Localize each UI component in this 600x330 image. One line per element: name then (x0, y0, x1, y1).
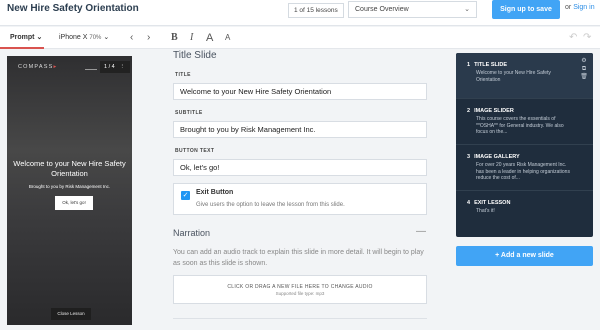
preview-start-button[interactable]: Ok, let's go! (55, 196, 93, 210)
previous-slide-icon[interactable]: ‹ (130, 27, 133, 49)
slide-item-title: 2 IMAGE SLIDER (467, 108, 514, 114)
top-bar: New Hire Safety Orientation 1 of 15 less… (0, 0, 600, 26)
exit-button-title: Exit Button (196, 189, 234, 196)
slide-title-text: EXIT LESSON (474, 200, 511, 206)
slide-item[interactable]: 2 IMAGE SLIDER This course covers the ess… (456, 99, 593, 145)
audio-dropzone[interactable]: CLICK OR DRAG A NEW FILE HERE TO CHANGE … (173, 275, 427, 304)
preview-subtitle: Brought to you by Risk Management Inc. (28, 184, 111, 189)
subtitle-field-label: SUBTITLE (175, 110, 203, 116)
slide-item-description: This course covers the essentials of **O… (476, 116, 564, 133)
logo-text: COMPASS (18, 64, 54, 70)
slide-number: 1 (467, 62, 471, 68)
collapse-icon[interactable]: — (416, 226, 426, 237)
slide-number: 4 (467, 200, 471, 206)
title-input[interactable]: Welcome to your New Hire Safety Orientat… (173, 83, 427, 100)
slide-item[interactable]: 4 EXIT LESSON That's it! (456, 191, 593, 237)
logo-mark-icon: ▸ (53, 64, 58, 70)
slide-item-title: 1 TITLE SLIDE (467, 62, 507, 68)
slide-item-title: 3 IMAGE GALLERY (467, 154, 520, 160)
lesson-count: 1 of 15 lessons (288, 3, 344, 18)
exit-button-checkbox[interactable]: ✓ (181, 191, 190, 200)
redo-icon[interactable]: ↷ (583, 27, 591, 49)
signin-link[interactable]: Sign in (573, 4, 594, 11)
lesson-title: New Hire Safety Orientation (7, 3, 139, 14)
signup-button[interactable]: Sign up to save (492, 0, 560, 19)
slide-title-text: IMAGE GALLERY (474, 154, 520, 160)
prompt-label: Prompt (10, 34, 35, 41)
slide-item-title: 4 EXIT LESSON (467, 200, 510, 206)
slide-title-text: TITLE SLIDE (474, 62, 508, 68)
slide-item[interactable]: 1 TITLE SLIDE Welcome to your New Hire Sa… (456, 53, 593, 99)
dropzone-text: CLICK OR DRAG A NEW FILE HERE TO CHANGE … (227, 284, 373, 290)
next-slide-icon[interactable]: › (147, 27, 150, 49)
editor-toolbar: Prompt ⌄ iPhone X 70% ⌄ ‹ › B I A A ↶ ↷ (0, 27, 600, 49)
slide-number: 2 (467, 108, 471, 114)
device-dropdown[interactable]: iPhone X 70% ⌄ (59, 27, 109, 49)
bold-icon[interactable]: B (171, 27, 178, 49)
slide-item-description: That's it! (476, 208, 495, 214)
narration-title: Narration (173, 228, 211, 238)
slide-item[interactable]: 3 IMAGE GALLERY For over 20 years Risk Ma… (456, 145, 593, 191)
slide-actions: ⚙ ⧉ 🗑 (580, 57, 588, 81)
font-size-decrease-icon[interactable]: A (225, 27, 230, 49)
chevron-down-icon: ⌄ (464, 6, 470, 13)
button-text-field-label: BUTTON TEXT (175, 148, 215, 154)
subtitle-input[interactable]: Brought to you by Risk Management Inc. (173, 121, 427, 138)
preview-slide-counter: 1 / 4 ⋮ (100, 61, 130, 73)
signin-text: or Sign in (565, 4, 595, 11)
gear-icon[interactable]: ⚙ (580, 57, 588, 65)
zoom-label: 70% (89, 35, 102, 41)
undo-icon[interactable]: ↶ (569, 27, 577, 49)
chevron-down-icon: ⌄ (36, 34, 43, 41)
slide-list: 1 TITLE SLIDE Welcome to your New Hire Sa… (456, 53, 593, 237)
menu-icon[interactable]: ⋮ (120, 61, 126, 73)
italic-icon[interactable]: I (190, 27, 193, 49)
add-slide-button[interactable]: + Add a new slide (456, 246, 593, 266)
exit-button-description: Give users the option to leave the lesso… (196, 202, 345, 208)
title-field-label: TITLE (175, 72, 191, 78)
device-label: iPhone X (59, 34, 88, 41)
exit-button-option: ✓ Exit Button Give users the option to l… (173, 183, 427, 215)
course-select-value: Course Overview (355, 6, 409, 13)
trash-icon[interactable]: 🗑 (580, 73, 588, 81)
section-title: Title Slide (173, 50, 217, 61)
preview-title: Welcome to your New Hire Safety Orientat… (13, 159, 126, 178)
slide-item-description: For over 20 years Risk Management Inc. h… (476, 162, 570, 179)
font-size-increase-icon[interactable]: A (206, 27, 213, 49)
preview-logo: COMPASS▸ (18, 64, 57, 70)
slide-title-text: IMAGE SLIDER (474, 108, 514, 114)
course-select[interactable]: Course Overview ⌄ (348, 1, 477, 18)
phone-preview: COMPASS▸ 1 / 4 ⋮ Welcome to your New Hir… (7, 56, 132, 325)
preview-close-lesson-button[interactable]: Close Lesson (51, 308, 91, 320)
narration-description: You can add an audio track to explain th… (173, 249, 424, 267)
chevron-down-icon: ⌄ (103, 34, 110, 41)
dropzone-subtext: Supported file type: mp3 (275, 291, 325, 296)
slide-number: 3 (467, 154, 471, 160)
slide-counter-text: 1 / 4 (104, 64, 115, 70)
duplicate-icon[interactable]: ⧉ (580, 65, 588, 73)
prompt-dropdown[interactable]: Prompt ⌄ (0, 27, 44, 49)
button-text-input[interactable]: Ok, let's go! (173, 159, 427, 176)
preview-divider (85, 69, 97, 70)
section-divider (173, 318, 427, 319)
slide-item-description: Welcome to your New Hire Safety Orientat… (476, 70, 551, 83)
or-label: or (565, 4, 572, 11)
